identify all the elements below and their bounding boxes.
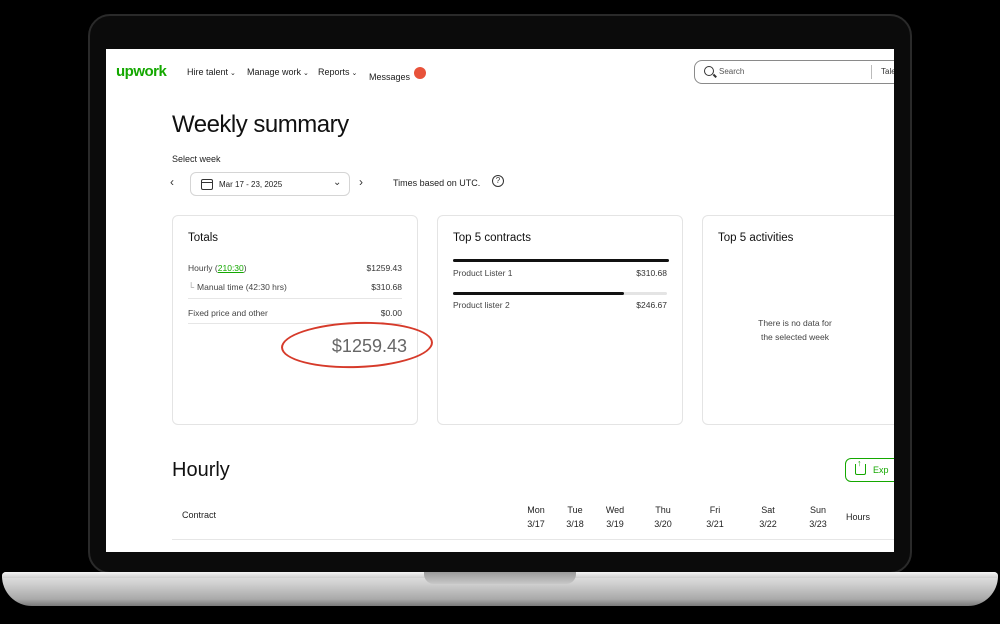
page-title: Weekly summary bbox=[172, 111, 349, 138]
nav-reports[interactable]: Reports ⌄ bbox=[318, 67, 357, 77]
select-week-label: Select week bbox=[172, 154, 221, 164]
screen: upwork Hire talent ⌄ Manage work ⌄ Reports… bbox=[106, 49, 894, 552]
help-icon[interactable]: ? bbox=[492, 175, 504, 187]
day-name: Mon bbox=[527, 505, 545, 515]
export-button[interactable]: Exp bbox=[845, 458, 894, 482]
table-divider bbox=[172, 539, 894, 540]
contract-amount: $246.67 bbox=[636, 300, 667, 310]
fixed-price-value: $0.00 bbox=[380, 308, 402, 318]
chevron-down-icon: ⌄ bbox=[333, 177, 342, 188]
export-icon bbox=[855, 458, 866, 475]
top-contracts-title: Top 5 contracts bbox=[453, 232, 531, 244]
top-activities-card: Top 5 activities There is no data for the… bbox=[702, 215, 894, 425]
search-divider bbox=[871, 65, 872, 79]
day-date: 3/17 bbox=[527, 519, 545, 529]
day-date: 3/23 bbox=[809, 519, 827, 529]
contract-name[interactable]: Product lister 2 bbox=[453, 300, 510, 310]
messages-badge bbox=[414, 67, 427, 79]
day-name: Thu bbox=[655, 505, 671, 515]
week-picker[interactable]: Mar 17 - 23, 2025 ⌄ bbox=[190, 172, 350, 196]
contract-name[interactable]: Product Lister 1 bbox=[453, 268, 513, 278]
top-nav: upwork Hire talent ⌄ Manage work ⌄ Reports… bbox=[106, 49, 894, 97]
contract-column-header: Contract bbox=[182, 510, 217, 520]
contract-bar bbox=[453, 292, 624, 295]
day-column-header: Sat 3/22 bbox=[756, 503, 780, 531]
day-name: Wed bbox=[605, 505, 625, 515]
day-date: 3/21 bbox=[706, 519, 724, 529]
day-column-header: Wed 3/19 bbox=[603, 503, 627, 531]
totals-card: Totals Hourly (210:30) $1259.43 └ Manual … bbox=[172, 215, 434, 425]
timezone-note: Times based on UTC. bbox=[393, 178, 481, 188]
empty-state: There is no data for the selected week bbox=[758, 318, 832, 342]
hourly-value: $1259.43 bbox=[366, 263, 402, 273]
search-placeholder: Search bbox=[719, 67, 745, 76]
day-name: Sat bbox=[761, 505, 775, 515]
hours-column-header: Hours bbox=[846, 512, 871, 522]
export-label: Exp bbox=[873, 465, 889, 475]
highlight-circle bbox=[280, 319, 434, 371]
laptop-notch bbox=[424, 572, 576, 584]
top-activities-title: Top 5 activities bbox=[718, 232, 794, 244]
nav-manage-work[interactable]: Manage work ⌄ bbox=[247, 67, 309, 77]
contract-bar bbox=[453, 259, 669, 262]
day-name: Fri bbox=[709, 505, 721, 515]
day-column-header: Sun 3/23 bbox=[806, 503, 830, 531]
chevron-down-icon: ⌄ bbox=[351, 70, 358, 77]
manual-time-value: $310.68 bbox=[371, 282, 402, 292]
day-name: Sun bbox=[809, 505, 826, 515]
nav-hire-talent[interactable]: Hire talent ⌄ bbox=[187, 67, 236, 77]
day-name: Tue bbox=[567, 505, 583, 515]
divider bbox=[188, 298, 402, 299]
calendar-icon bbox=[201, 179, 213, 190]
chevron-down-icon: ⌄ bbox=[230, 70, 236, 77]
day-column-header: Thu 3/20 bbox=[651, 503, 675, 531]
hourly-label: Hourly (210:30) bbox=[188, 263, 247, 273]
day-date: 3/19 bbox=[606, 519, 624, 529]
upwork-logo[interactable]: upwork bbox=[116, 63, 167, 80]
totals-title: Totals bbox=[188, 232, 219, 244]
day-column-header: Tue 3/18 bbox=[563, 503, 587, 531]
chevron-down-icon: ⌄ bbox=[303, 70, 309, 77]
search-input[interactable]: Search Tale bbox=[694, 60, 894, 84]
chevron-left-icon[interactable]: ‹ bbox=[170, 175, 174, 189]
hourly-title: Hourly bbox=[172, 459, 230, 481]
top-contracts-card: Top 5 contracts Product Lister 1 $310.68… bbox=[437, 215, 683, 425]
chevron-right-icon[interactable]: › bbox=[359, 175, 363, 189]
search-icon bbox=[704, 66, 714, 76]
fixed-price-label: Fixed price and other bbox=[188, 308, 268, 318]
hourly-hours-link[interactable]: 210:30 bbox=[218, 263, 244, 273]
week-range: Mar 17 - 23, 2025 bbox=[219, 180, 283, 189]
contract-amount: $310.68 bbox=[636, 268, 667, 278]
manual-time-label: └ Manual time (42:30 hrs) bbox=[188, 282, 287, 292]
day-date: 3/20 bbox=[654, 519, 672, 529]
day-column-header: Mon 3/17 bbox=[524, 503, 548, 531]
nav-messages[interactable]: Messages bbox=[369, 67, 427, 82]
search-scope-dropdown[interactable]: Tale bbox=[881, 67, 894, 76]
day-column-header: Fri 3/21 bbox=[703, 503, 727, 531]
day-date: 3/22 bbox=[759, 519, 777, 529]
day-date: 3/18 bbox=[566, 519, 584, 529]
